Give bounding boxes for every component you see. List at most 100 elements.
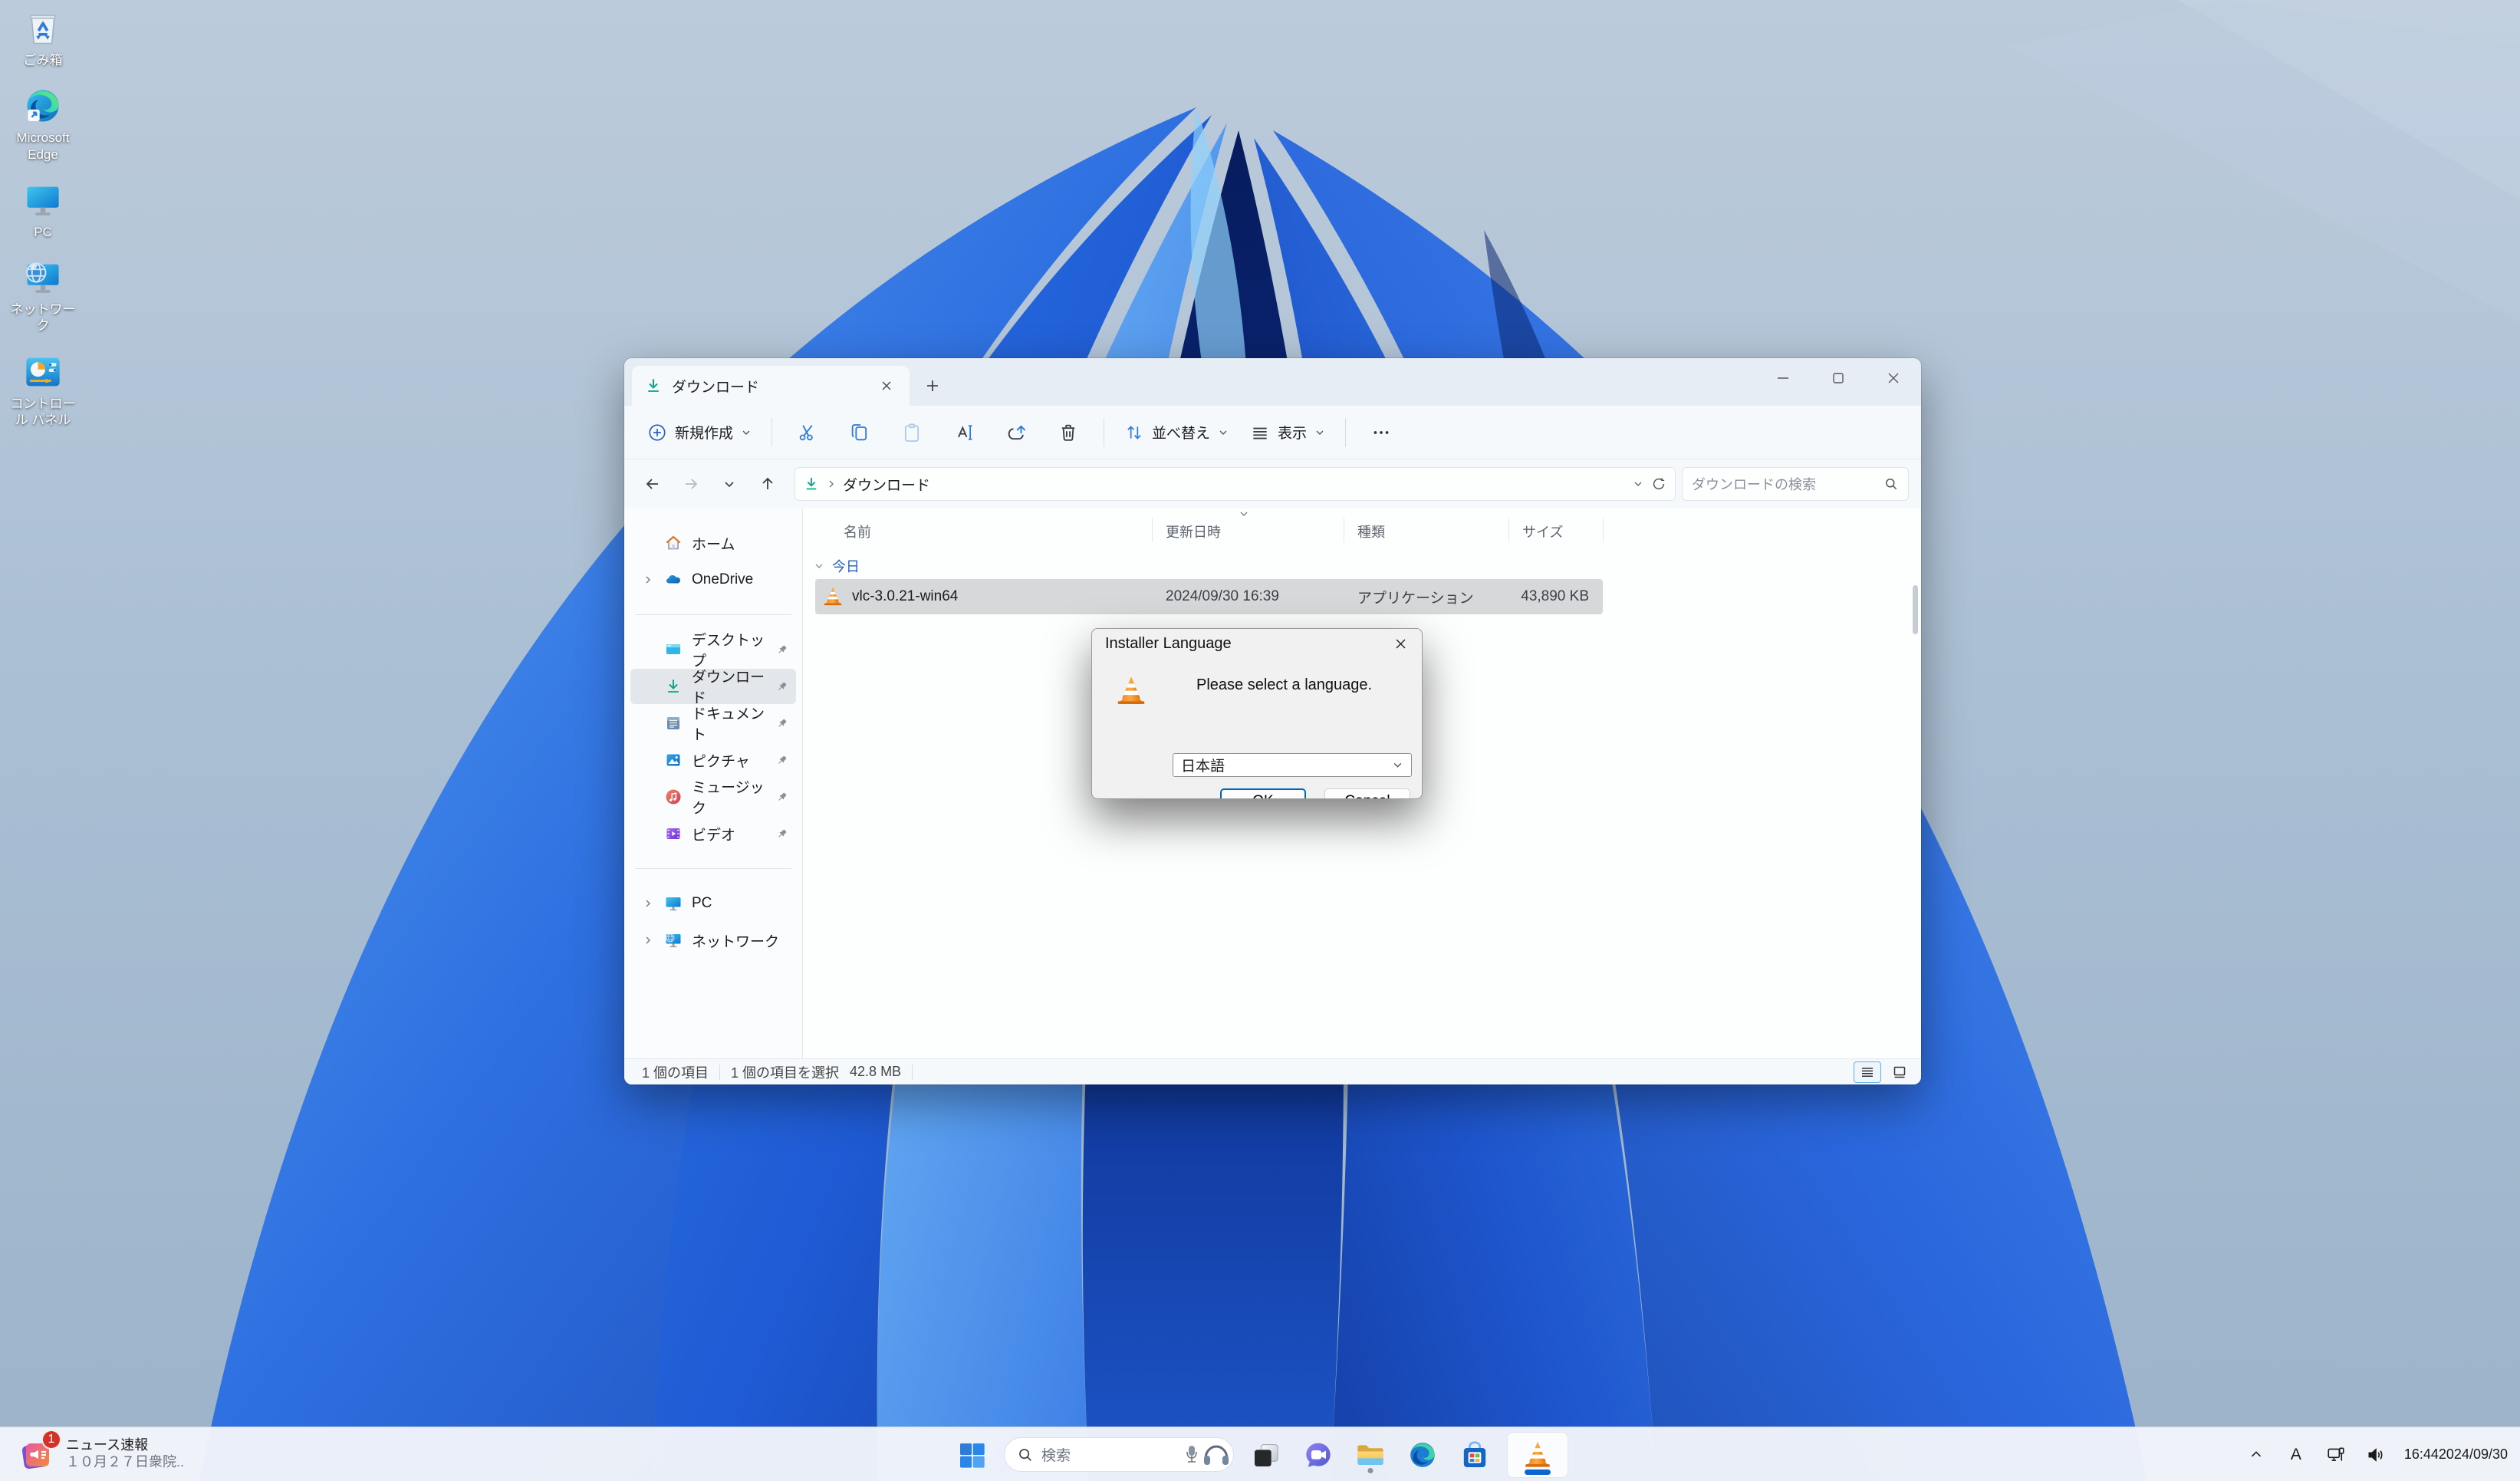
sidebar-item-network[interactable]: ネットワーク [630, 923, 796, 958]
downloads-icon [803, 476, 820, 492]
column-header-size[interactable]: サイズ [1522, 522, 1563, 541]
task-view-button[interactable] [1246, 1435, 1286, 1475]
pictures-icon [664, 751, 683, 769]
chat-button[interactable] [1298, 1435, 1338, 1475]
selection-count: 1 個の項目を選択 [731, 1062, 839, 1082]
hidden-icons-button[interactable] [2240, 1437, 2272, 1473]
ime-mode-button[interactable]: A [2280, 1437, 2312, 1473]
language-select[interactable]: 日本語 [1173, 753, 1412, 777]
task-view-icon [1251, 1440, 1281, 1470]
new-item-button[interactable]: 新規作成 [638, 414, 761, 450]
close-button[interactable] [1866, 358, 1921, 398]
ime-indicator: A [2291, 1446, 2301, 1464]
share-button[interactable] [992, 415, 1041, 450]
start-button[interactable] [952, 1435, 992, 1475]
view-label: 表示 [1278, 422, 1307, 443]
sidebar-item-pc[interactable]: PC [630, 886, 796, 921]
pin-icon [775, 791, 788, 804]
tray-date: 2024/09/30 [2439, 1445, 2508, 1463]
clock[interactable]: 16:44 2024/09/30 [2400, 1437, 2512, 1473]
paste-button[interactable] [887, 415, 936, 450]
rename-button[interactable] [939, 415, 989, 450]
forward-button[interactable] [675, 468, 707, 500]
sidebar-item-desktop[interactable]: デスクトップ [630, 632, 796, 667]
desktop-icon-edge[interactable]: Microsoft Edge [5, 82, 81, 166]
delete-button[interactable] [1044, 415, 1093, 450]
onedrive-icon [664, 571, 683, 589]
explorer-toolbar: 新規作成 並べ替え 表示 [624, 406, 1921, 459]
cancel-button[interactable]: Cancel [1324, 788, 1410, 799]
refresh-icon[interactable] [1650, 476, 1667, 492]
view-button[interactable]: 表示 [1241, 414, 1334, 450]
desktop-icon-control-panel[interactable]: コントロール パネル [5, 348, 81, 432]
pin-icon [775, 643, 788, 657]
up-button[interactable] [752, 468, 784, 500]
sort-direction-icon [1239, 510, 1249, 518]
sidebar-item-home[interactable]: ホーム [630, 525, 796, 561]
desktop-folder-icon [664, 640, 683, 659]
new-tab-button[interactable] [920, 374, 945, 398]
volume-tray-button[interactable] [2360, 1437, 2392, 1473]
taskbar-search-input[interactable]: 検索 [1004, 1437, 1234, 1472]
sidebar-divider [635, 868, 791, 869]
desktop-icon-label: コントロール パネル [5, 396, 81, 429]
desktop-icon-label: ネットワーク [5, 301, 81, 334]
ok-button[interactable]: OK [1220, 788, 1306, 799]
sidebar-item-videos[interactable]: ビデオ [630, 816, 796, 851]
dialog-close-button[interactable] [1383, 631, 1417, 656]
home-icon [664, 534, 683, 552]
edge-button[interactable] [1403, 1435, 1443, 1475]
dialog-title-bar[interactable]: Installer Language [1092, 629, 1422, 658]
column-header-type[interactable]: 種類 [1357, 522, 1385, 541]
sidebar-item-onedrive[interactable]: OneDrive [630, 562, 796, 597]
network-tray-button[interactable] [2320, 1437, 2352, 1473]
explorer-search-input[interactable]: ダウンロードの検索 [1682, 467, 1909, 501]
desktop-icon-label: PC [34, 224, 52, 240]
sidebar-item-music[interactable]: ミュージック [630, 779, 796, 815]
cut-button[interactable] [783, 415, 832, 450]
thumbnail-view-button[interactable] [1886, 1061, 1913, 1083]
widgets-button[interactable]: 1 ニュース速報 １０月２７日衆院.. [11, 1432, 192, 1476]
recent-locations-button[interactable] [713, 468, 745, 500]
taskbar-center: 検索 [952, 1427, 1568, 1481]
vertical-scrollbar[interactable] [1913, 585, 1918, 634]
details-view-button[interactable] [1854, 1061, 1881, 1083]
sidebar-item-downloads[interactable]: ダウンロード [630, 669, 796, 704]
chevron-up-icon [2248, 1446, 2265, 1463]
item-count: 1 個の項目 [642, 1062, 709, 1082]
minimize-button[interactable] [1755, 358, 1811, 398]
breadcrumb-item-downloads[interactable]: ダウンロード [843, 474, 930, 495]
tab-close-button[interactable] [874, 374, 899, 398]
sidebar-item-documents[interactable]: ドキュメント [630, 706, 796, 741]
expand-chevron-icon[interactable] [641, 935, 655, 946]
desktop-icon-pc[interactable]: PC [5, 176, 81, 243]
tab-title: ダウンロード [672, 376, 865, 397]
store-button[interactable] [1455, 1435, 1495, 1475]
speaker-icon [2366, 1445, 2386, 1465]
explorer-tab-downloads[interactable]: ダウンロード [632, 366, 910, 406]
address-dropdown-icon[interactable] [1632, 478, 1644, 490]
file-size: 43,890 KB [1521, 588, 1589, 605]
vlc-taskbar-button[interactable] [1507, 1432, 1568, 1478]
desktop-icon-recycle-bin[interactable]: ごみ箱 [5, 5, 81, 71]
back-button[interactable] [637, 468, 669, 500]
column-header-date[interactable]: 更新日時 [1166, 522, 1221, 541]
installer-language-dialog: Installer Language Please select a langu… [1091, 628, 1423, 799]
store-icon [1459, 1440, 1490, 1470]
expand-chevron-icon[interactable] [641, 574, 655, 585]
maximize-button[interactable] [1811, 358, 1866, 398]
sidebar-item-pictures[interactable]: ピクチャ [630, 742, 796, 778]
expand-chevron-icon[interactable] [641, 898, 655, 909]
toolbar-divider [1345, 418, 1346, 447]
network-icon [22, 257, 64, 298]
file-explorer-button[interactable] [1350, 1435, 1390, 1475]
news-badge: 1 [41, 1430, 61, 1450]
more-options-button[interactable] [1357, 415, 1406, 450]
desktop-icon-network[interactable]: ネットワーク [5, 254, 81, 337]
copy-button[interactable] [835, 415, 884, 450]
sort-button[interactable]: 並べ替え [1115, 414, 1238, 450]
breadcrumb-bar[interactable]: ダウンロード [794, 467, 1676, 501]
file-row-vlc[interactable]: vlc-3.0.21-win64 2024/09/30 16:39 アプリケーシ… [815, 579, 1603, 614]
group-header-today[interactable]: 今日 [814, 556, 860, 576]
column-header-name[interactable]: 名前 [844, 522, 871, 541]
